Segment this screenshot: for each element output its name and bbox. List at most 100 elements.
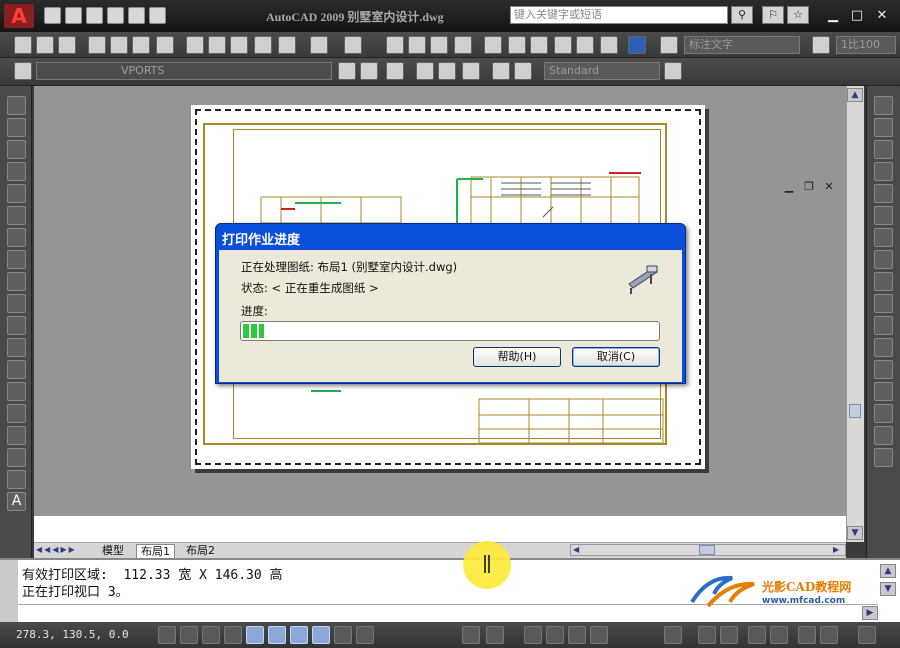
visual-style-select[interactable]: Standard [544, 62, 660, 80]
trim-icon[interactable] [874, 294, 893, 313]
search-icon[interactable]: ⚲ [731, 6, 753, 24]
dimension-style-icon[interactable] [812, 36, 830, 54]
quick-view-layouts-icon[interactable] [486, 626, 504, 644]
line-icon[interactable] [7, 96, 26, 115]
publish-icon[interactable] [132, 36, 150, 54]
coordinate-readout[interactable]: 278.3, 130.5, 0.0 [16, 628, 129, 641]
dim-style-select[interactable]: 1比100 [836, 36, 896, 54]
annotation-visibility-icon[interactable] [720, 626, 738, 644]
scroll-right-icon[interactable]: ▶ [833, 545, 843, 555]
block-editor-icon[interactable] [278, 36, 296, 54]
dynamic-input-icon[interactable] [312, 626, 330, 644]
design-center-icon[interactable] [508, 36, 526, 54]
copy-icon[interactable] [208, 36, 226, 54]
redo-icon[interactable] [344, 36, 362, 54]
revision-cloud-icon[interactable] [7, 250, 26, 269]
clean-screen-icon[interactable] [858, 626, 876, 644]
text-style-icon[interactable] [660, 36, 678, 54]
array-icon[interactable] [874, 184, 893, 203]
extend-icon[interactable] [874, 316, 893, 335]
calculator-icon[interactable] [600, 36, 618, 54]
join-icon[interactable] [874, 382, 893, 401]
arc-icon[interactable] [7, 206, 26, 225]
spline-icon[interactable] [7, 272, 26, 291]
gradient-icon[interactable] [7, 426, 26, 445]
3d-dwf-icon[interactable] [156, 36, 174, 54]
qnew-icon[interactable] [14, 36, 32, 54]
scroll-up-icon[interactable]: ▲ [847, 88, 863, 102]
horizontal-scrollbar[interactable]: ◀ ▶ [570, 544, 846, 556]
zoom-status-icon[interactable] [546, 626, 564, 644]
make-block-icon[interactable] [7, 360, 26, 379]
rectangle-icon[interactable] [7, 184, 26, 203]
table-style-icon[interactable] [664, 62, 682, 80]
command-scroll-down-icon[interactable]: ▼ [880, 582, 896, 596]
scroll-down-icon[interactable]: ▼ [847, 526, 863, 540]
layer-select[interactable]: VPORTS [36, 62, 332, 80]
match-properties-icon[interactable] [254, 36, 272, 54]
ellipse-arc-icon[interactable] [7, 316, 26, 335]
text-style-select[interactable]: 标注文字 [684, 36, 800, 54]
tool-palettes-icon[interactable] [530, 36, 548, 54]
drawing-minimize-icon[interactable]: ▁ [782, 180, 796, 194]
break-at-point-icon[interactable] [874, 338, 893, 357]
save-icon[interactable] [58, 36, 76, 54]
ortho-mode-icon[interactable] [202, 626, 220, 644]
quick-properties-icon[interactable] [356, 626, 374, 644]
polyline-icon[interactable] [7, 140, 26, 159]
close-button[interactable]: ✕ [871, 6, 893, 26]
paste-icon[interactable] [230, 36, 248, 54]
polygon-icon[interactable] [7, 162, 26, 181]
command-scroll-up-icon[interactable]: ▲ [880, 564, 896, 578]
break-icon[interactable] [874, 360, 893, 379]
vertex-edit-icon[interactable] [462, 62, 480, 80]
vertical-scrollbar[interactable]: ▲ ▼ [846, 86, 864, 542]
tray-settings-icon[interactable] [798, 626, 816, 644]
make-current-layer-icon[interactable] [338, 62, 356, 80]
search-input[interactable]: 键入关键字或短语 [510, 6, 728, 24]
maximize-button[interactable]: □ [846, 6, 868, 26]
command-scroll-right-icon[interactable]: ▶ [862, 606, 878, 620]
open-icon[interactable] [36, 36, 54, 54]
sheet-set-icon[interactable] [554, 36, 572, 54]
object-snap-icon[interactable] [246, 626, 264, 644]
open-file-icon[interactable] [65, 7, 82, 24]
copy-object-icon[interactable] [874, 118, 893, 137]
pan-icon[interactable] [386, 36, 404, 54]
lock-toolbar-icon[interactable] [770, 626, 788, 644]
plot-preview-icon[interactable] [110, 36, 128, 54]
scale-icon[interactable] [874, 250, 893, 269]
undo-icon[interactable] [128, 7, 145, 24]
rotate-icon[interactable] [874, 228, 893, 247]
help-icon[interactable] [628, 36, 646, 54]
multiline-edit-icon[interactable] [492, 62, 510, 80]
point-icon[interactable] [7, 382, 26, 401]
snap-mode-icon[interactable] [158, 626, 176, 644]
properties-icon[interactable] [484, 36, 502, 54]
zoom-previous-icon[interactable] [454, 36, 472, 54]
construction-line-icon[interactable] [7, 118, 26, 137]
scroll-thumb[interactable] [849, 404, 861, 418]
layer-state-icon[interactable] [386, 62, 404, 80]
redo-icon[interactable] [149, 7, 166, 24]
steering-wheel-icon[interactable] [568, 626, 586, 644]
dynamic-ucs-icon[interactable] [290, 626, 308, 644]
command-window-grip[interactable] [0, 560, 18, 622]
attribute-edit-icon[interactable] [514, 62, 532, 80]
layer-previous-icon[interactable] [360, 62, 378, 80]
pan-status-icon[interactable] [524, 626, 542, 644]
help-button[interactable]: 帮助(H) [473, 347, 561, 367]
hscroll-thumb[interactable] [699, 545, 715, 555]
ellipse-icon[interactable] [7, 294, 26, 313]
communication-center-icon[interactable]: ⚐ [762, 6, 784, 24]
cancel-button[interactable]: 取消(C) [572, 347, 660, 367]
annotation-scale-icon[interactable] [698, 626, 716, 644]
tab-layout1[interactable]: 布局1 [136, 544, 175, 558]
fillet-icon[interactable] [874, 426, 893, 445]
stretch-icon[interactable] [874, 272, 893, 291]
favorites-icon[interactable]: ☆ [787, 6, 809, 24]
polyline-edit-icon[interactable] [416, 62, 434, 80]
object-snap-tracking-icon[interactable] [268, 626, 286, 644]
showmotion-icon[interactable] [590, 626, 608, 644]
zoom-window-icon[interactable] [430, 36, 448, 54]
